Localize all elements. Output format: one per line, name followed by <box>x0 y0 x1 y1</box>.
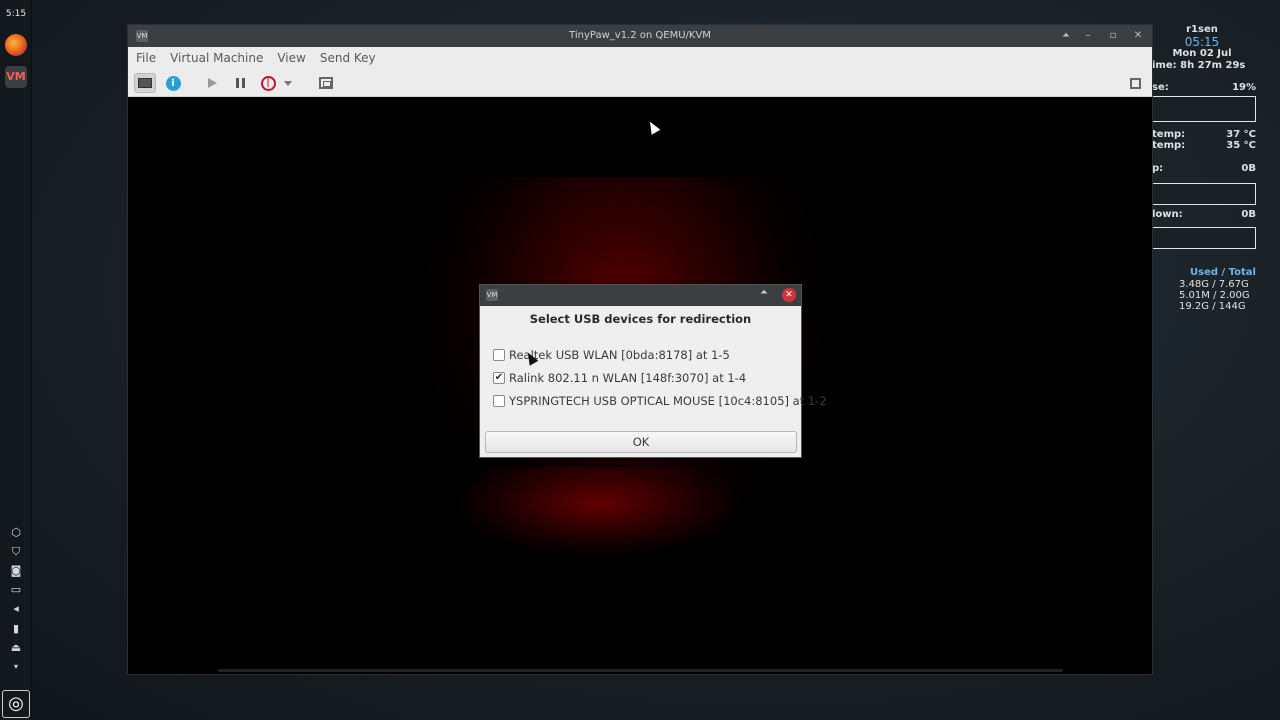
device-checkbox[interactable] <box>493 349 505 361</box>
conky-user: r1sen <box>1186 24 1218 35</box>
conky-cpu: se: 19% <box>1152 82 1256 93</box>
window-title: TinyPaw_v1.2 on QEMU/KVM <box>569 30 711 41</box>
blood-splatter-image <box>448 467 748 557</box>
toolbar: i | <box>128 69 1152 97</box>
left-dock: 5:15 VM ⬡ ⛉ ◙ ▭ ◂ ▮ ⏏ ▾ ◎ <box>0 0 32 720</box>
power-icon: | <box>260 75 276 91</box>
monitor-icon <box>138 78 152 88</box>
device-checkbox[interactable] <box>493 395 505 407</box>
fullscreen-button[interactable] <box>1124 73 1146 93</box>
network-icon[interactable]: ⬡ <box>8 526 24 540</box>
menu-virtual-machine[interactable]: Virtual Machine <box>170 51 263 65</box>
maximize-button[interactable]: ▫ <box>1105 28 1121 44</box>
fullscreen-icon <box>1129 77 1141 89</box>
menu-file[interactable]: File <box>136 51 156 65</box>
snapshots-button[interactable] <box>315 73 337 93</box>
dialog-shade-button[interactable]: ⏶ <box>760 287 768 298</box>
shutdown-menu-button[interactable] <box>281 73 295 93</box>
battery-icon[interactable]: ▮ <box>8 622 24 636</box>
upload-graph <box>1152 183 1256 205</box>
run-button[interactable] <box>201 73 223 93</box>
mem-row: 3.48G / 7.67G <box>1179 279 1249 290</box>
dock-clock: 5:15 <box>5 9 27 19</box>
conky-temp1: temp: 37 °C <box>1152 129 1256 140</box>
window-titlebar[interactable]: VM TinyPaw_v1.2 on QEMU/KVM ⏶ – ▫ ✕ <box>128 25 1152 47</box>
vm-scrollbar[interactable] <box>218 669 1063 672</box>
chevron-down-icon <box>284 80 292 86</box>
expand-icon[interactable]: ▾ <box>8 660 24 674</box>
conky-upload: p: 0B <box>1152 163 1256 174</box>
mem-header: Used / Total <box>1190 267 1256 278</box>
download-graph <box>1152 227 1256 249</box>
menu-view[interactable]: View <box>277 51 305 65</box>
minimize-button[interactable]: – <box>1080 28 1096 44</box>
usb-device-item[interactable]: YSPRINGTECH USB OPTICAL MOUSE [10c4:8105… <box>493 394 827 408</box>
mem-row: 19.2G / 144G <box>1179 301 1246 312</box>
device-checkbox[interactable]: ✔ <box>493 372 505 384</box>
shield-icon[interactable]: ⛉ <box>8 545 24 559</box>
ok-button[interactable]: OK <box>485 431 797 453</box>
pause-icon <box>235 78 245 88</box>
debian-menu-icon[interactable]: ◎ <box>2 690 30 718</box>
shade-button[interactable]: ⏶ <box>1058 28 1074 44</box>
pause-button[interactable] <box>229 73 251 93</box>
device-label[interactable]: Ralink 802.11 n WLAN [148f:3070] at 1-4 <box>509 371 746 385</box>
conky-time: 05:15 <box>1184 35 1220 49</box>
dialog-app-icon: VM <box>486 289 498 301</box>
dialog-titlebar[interactable]: VM ⏶ ✕ <box>480 285 801 306</box>
info-icon: i <box>165 75 181 91</box>
conky-uptime: ime: 8h 27m 29s <box>1152 60 1246 71</box>
conky-download: lown: 0B <box>1152 209 1256 220</box>
details-button[interactable]: i <box>162 73 184 93</box>
dialog-close-button[interactable]: ✕ <box>782 288 796 302</box>
shutdown-button[interactable]: | <box>257 73 279 93</box>
conky-date: Mon 02 Jul <box>1172 48 1232 59</box>
firefox-icon[interactable] <box>5 34 27 56</box>
volume-icon[interactable]: ◂ <box>8 602 24 616</box>
device-label[interactable]: YSPRINGTECH USB OPTICAL MOUSE [10c4:8105… <box>509 394 827 408</box>
play-icon <box>207 78 217 88</box>
console-button[interactable] <box>134 73 156 93</box>
camera-icon[interactable]: ◙ <box>8 564 24 578</box>
cpu-graph <box>1152 96 1256 122</box>
menu-bar: File Virtual Machine View Send Key <box>128 47 1152 69</box>
snapshots-icon <box>319 77 333 89</box>
usb-device-item[interactable]: ✔ Ralink 802.11 n WLAN [148f:3070] at 1-… <box>493 371 746 385</box>
menu-send-key[interactable]: Send Key <box>320 51 376 65</box>
usb-redirection-dialog: VM ⏶ ✕ Select USB devices for redirectio… <box>479 284 827 458</box>
eject-icon[interactable]: ⏏ <box>8 641 24 655</box>
close-window-button[interactable]: ✕ <box>1130 28 1146 44</box>
device-label[interactable]: Realtek USB WLAN [0bda:8178] at 1-5 <box>509 348 730 362</box>
conky-temp2: temp: 35 °C <box>1152 140 1256 151</box>
mem-row: 5.01M / 2.00G <box>1179 290 1250 301</box>
virt-manager-icon[interactable]: VM <box>5 66 27 88</box>
display-icon[interactable]: ▭ <box>8 583 24 597</box>
dialog-title: Select USB devices for redirection <box>529 312 752 326</box>
